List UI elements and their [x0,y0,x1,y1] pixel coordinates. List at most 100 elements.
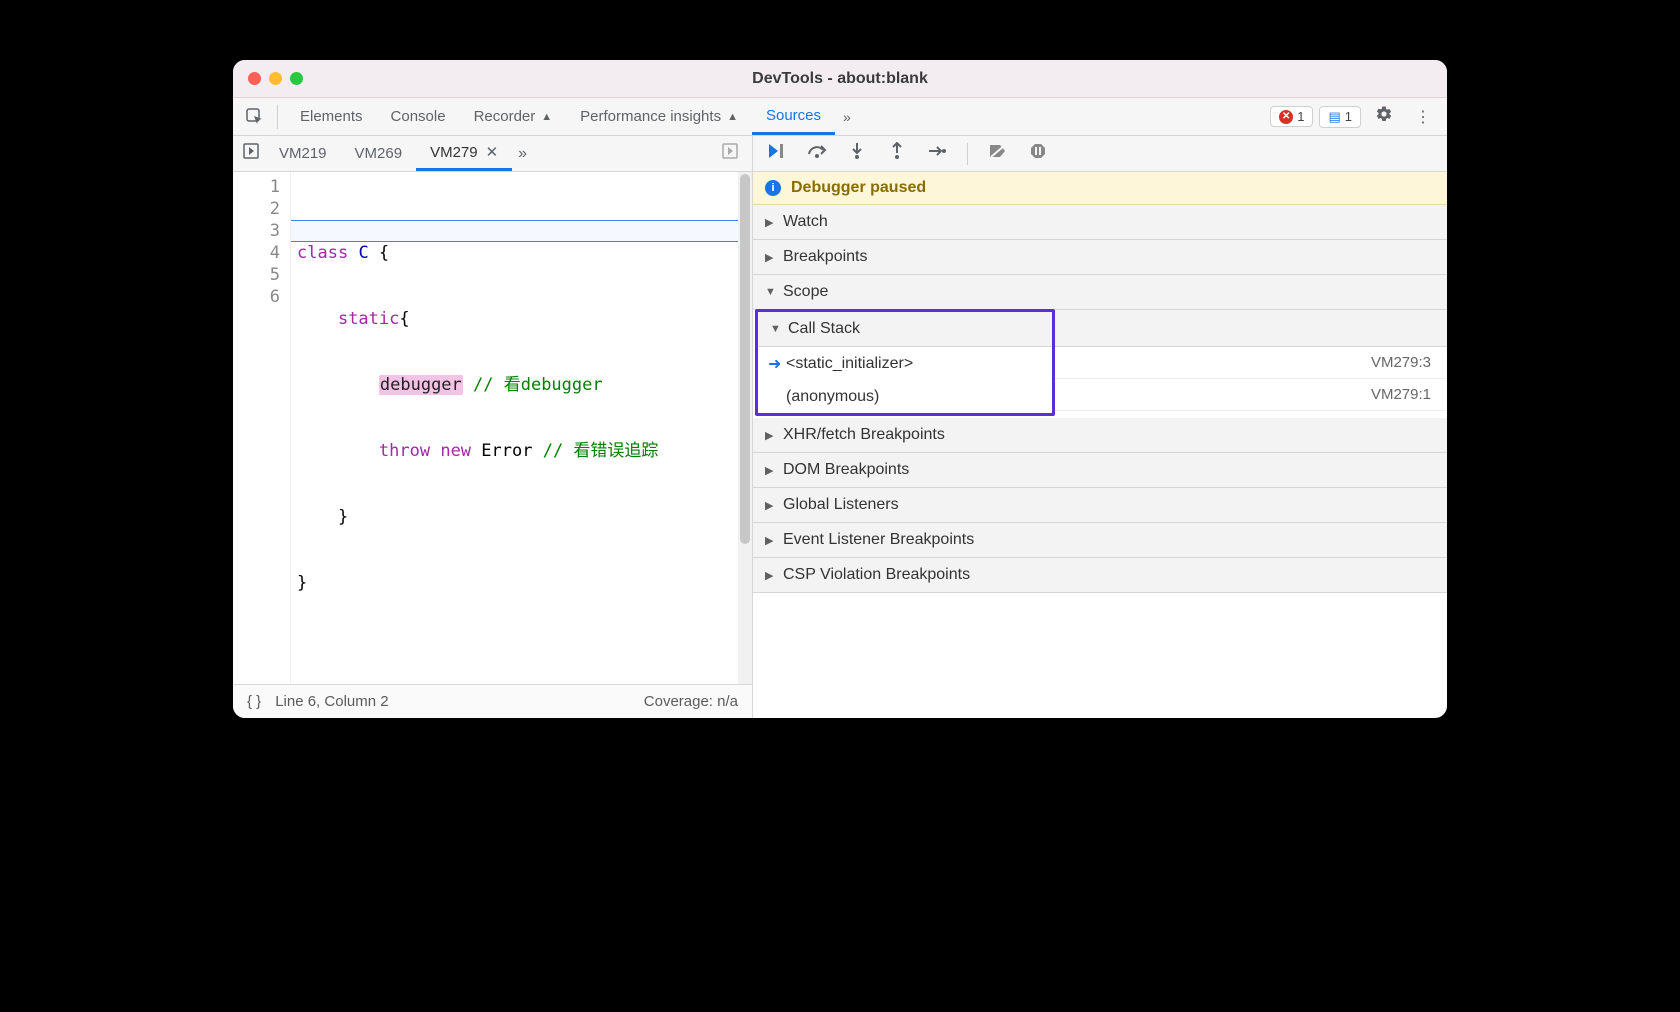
format-code-icon[interactable]: { } [247,693,261,710]
main-tab-bar: Elements Console Recorder ▲ Performance i… [233,98,1447,136]
xhr-breakpoints-section[interactable]: ▶XHR/fetch Breakpoints [753,418,1447,453]
zoom-window-button[interactable] [290,72,303,85]
token-identifier: Error [481,441,532,461]
separator [967,143,968,165]
breakpoints-section[interactable]: ▶Breakpoints [753,240,1447,275]
line-number: 5 [233,264,280,286]
step-icon[interactable] [927,144,947,163]
line-number: 3 [233,220,280,242]
toolbar-right: ✕ 1 ▤ 1 ⋮ [1270,105,1439,128]
source-tab-label: VM269 [355,145,403,162]
tab-recorder[interactable]: Recorder ▲ [460,98,567,135]
source-tab-label: VM279 [430,144,478,161]
step-out-icon[interactable] [887,142,907,165]
pause-on-exceptions-icon[interactable] [1028,143,1048,164]
call-stack-frame[interactable]: ➜ <static_initializer> [758,347,1052,381]
coverage-indicator: Coverage: n/a [644,693,738,710]
tab-label: Recorder [474,108,536,125]
section-title: Call Stack [788,320,860,338]
triangle-right-icon: ▶ [765,499,775,512]
triangle-right-icon: ▶ [765,569,775,582]
call-stack-frame[interactable]: (anonymous) [758,381,1052,413]
token-brace: { [399,309,409,329]
step-over-icon[interactable] [807,144,827,163]
token-classname: C [358,243,368,263]
stack-frame-name: (anonymous) [786,388,879,406]
tab-elements[interactable]: Elements [286,98,377,135]
section-title: Watch [783,213,828,231]
triangle-right-icon: ▶ [765,534,775,547]
triangle-right-icon: ▶ [765,464,775,477]
tab-performance-insights[interactable]: Performance insights ▲ [566,98,752,135]
errors-badge[interactable]: ✕ 1 [1270,106,1313,127]
more-menu-icon[interactable]: ⋮ [1407,107,1439,127]
run-snippet-icon[interactable] [722,143,748,164]
source-tab-vm279[interactable]: VM279 ✕ [416,136,512,171]
call-stack-highlighted-box: ▼ Call Stack ➜ <static_initializer> (anon… [755,309,1055,416]
tab-sources[interactable]: Sources [752,98,835,135]
resume-script-icon[interactable] [767,143,787,164]
token-comment: // 看错误追踪 [532,441,658,461]
call-stack-section[interactable]: ▼ Call Stack [758,312,1052,347]
code-line: } [297,572,752,594]
stack-frame-location-row[interactable]: VM279:1 [1055,379,1447,411]
token-keyword: throw [379,441,430,461]
settings-gear-icon[interactable] [1367,105,1401,128]
tab-label: Elements [300,108,363,125]
debugger-toolbar [753,136,1447,172]
stack-frame-name: <static_initializer> [786,355,913,373]
scrollbar-thumb[interactable] [740,174,750,544]
debugger-paused-banner: i Debugger paused [753,172,1447,205]
titlebar: DevTools - about:blank [233,60,1447,98]
line-number: 4 [233,242,280,264]
current-line-highlight [291,220,752,242]
line-number-gutter: 1 2 3 4 5 6 [233,172,291,684]
source-tabs-overflow-icon[interactable]: » [512,145,533,163]
source-tab-vm219[interactable]: VM219 [265,136,341,171]
token-debugger: debugger [379,375,463,395]
error-icon: ✕ [1279,110,1293,124]
inspect-element-icon[interactable] [241,108,269,126]
editor-statusbar: { } Line 6, Column 2 Coverage: n/a [233,684,752,718]
source-file-tabs: VM219 VM269 VM279 ✕ » [233,136,752,172]
deactivate-breakpoints-icon[interactable] [988,143,1008,164]
event-listener-breakpoints-section[interactable]: ▶Event Listener Breakpoints [753,523,1447,558]
csp-violation-breakpoints-section[interactable]: ▶CSP Violation Breakpoints [753,558,1447,593]
dom-breakpoints-section[interactable]: ▶DOM Breakpoints [753,453,1447,488]
call-stack-locations: VM279:3 VM279:1 [1055,310,1447,418]
tabs-overflow-icon[interactable]: » [835,109,859,125]
navigator-toggle-icon[interactable] [237,143,265,164]
source-tab-label: VM219 [279,145,327,162]
line-number: 6 [233,286,280,308]
triangle-right-icon: ▶ [765,429,775,442]
step-into-icon[interactable] [847,142,867,165]
cursor-position: Line 6, Column 2 [275,693,388,710]
triangle-down-icon: ▼ [770,323,780,335]
source-tab-vm269[interactable]: VM269 [341,136,417,171]
minimize-window-button[interactable] [269,72,282,85]
token-keyword: static [338,309,399,329]
close-window-button[interactable] [248,72,261,85]
code-editor[interactable]: 1 2 3 4 5 6 class C { static{ debugger /… [233,172,752,684]
beaker-icon: ▲ [541,111,552,123]
call-stack-header-spacer [1055,310,1447,347]
token-comment: // 看debugger [463,375,603,395]
info-icon: i [765,180,781,196]
editor-scrollbar[interactable] [738,172,752,684]
call-stack-container: ▼ Call Stack ➜ <static_initializer> (anon… [753,310,1447,418]
code-line: } [297,506,752,528]
beaker-icon: ▲ [727,111,738,123]
token-brace: { [369,243,389,263]
watch-section[interactable]: ▶Watch [753,205,1447,240]
code-content[interactable]: class C { static{ debugger // 看debugger … [291,172,752,684]
tab-console[interactable]: Console [377,98,460,135]
sources-left-pane: VM219 VM269 VM279 ✕ » 1 2 3 4 5 6 [233,136,753,718]
close-tab-icon[interactable]: ✕ [486,143,499,161]
tab-label: Performance insights [580,108,721,125]
tab-label: Console [391,108,446,125]
stack-frame-location-row[interactable]: VM279:3 [1055,347,1447,379]
global-listeners-section[interactable]: ▶Global Listeners [753,488,1447,523]
error-count: 1 [1297,109,1304,124]
scope-section[interactable]: ▼Scope [753,275,1447,310]
messages-badge[interactable]: ▤ 1 [1319,106,1361,128]
